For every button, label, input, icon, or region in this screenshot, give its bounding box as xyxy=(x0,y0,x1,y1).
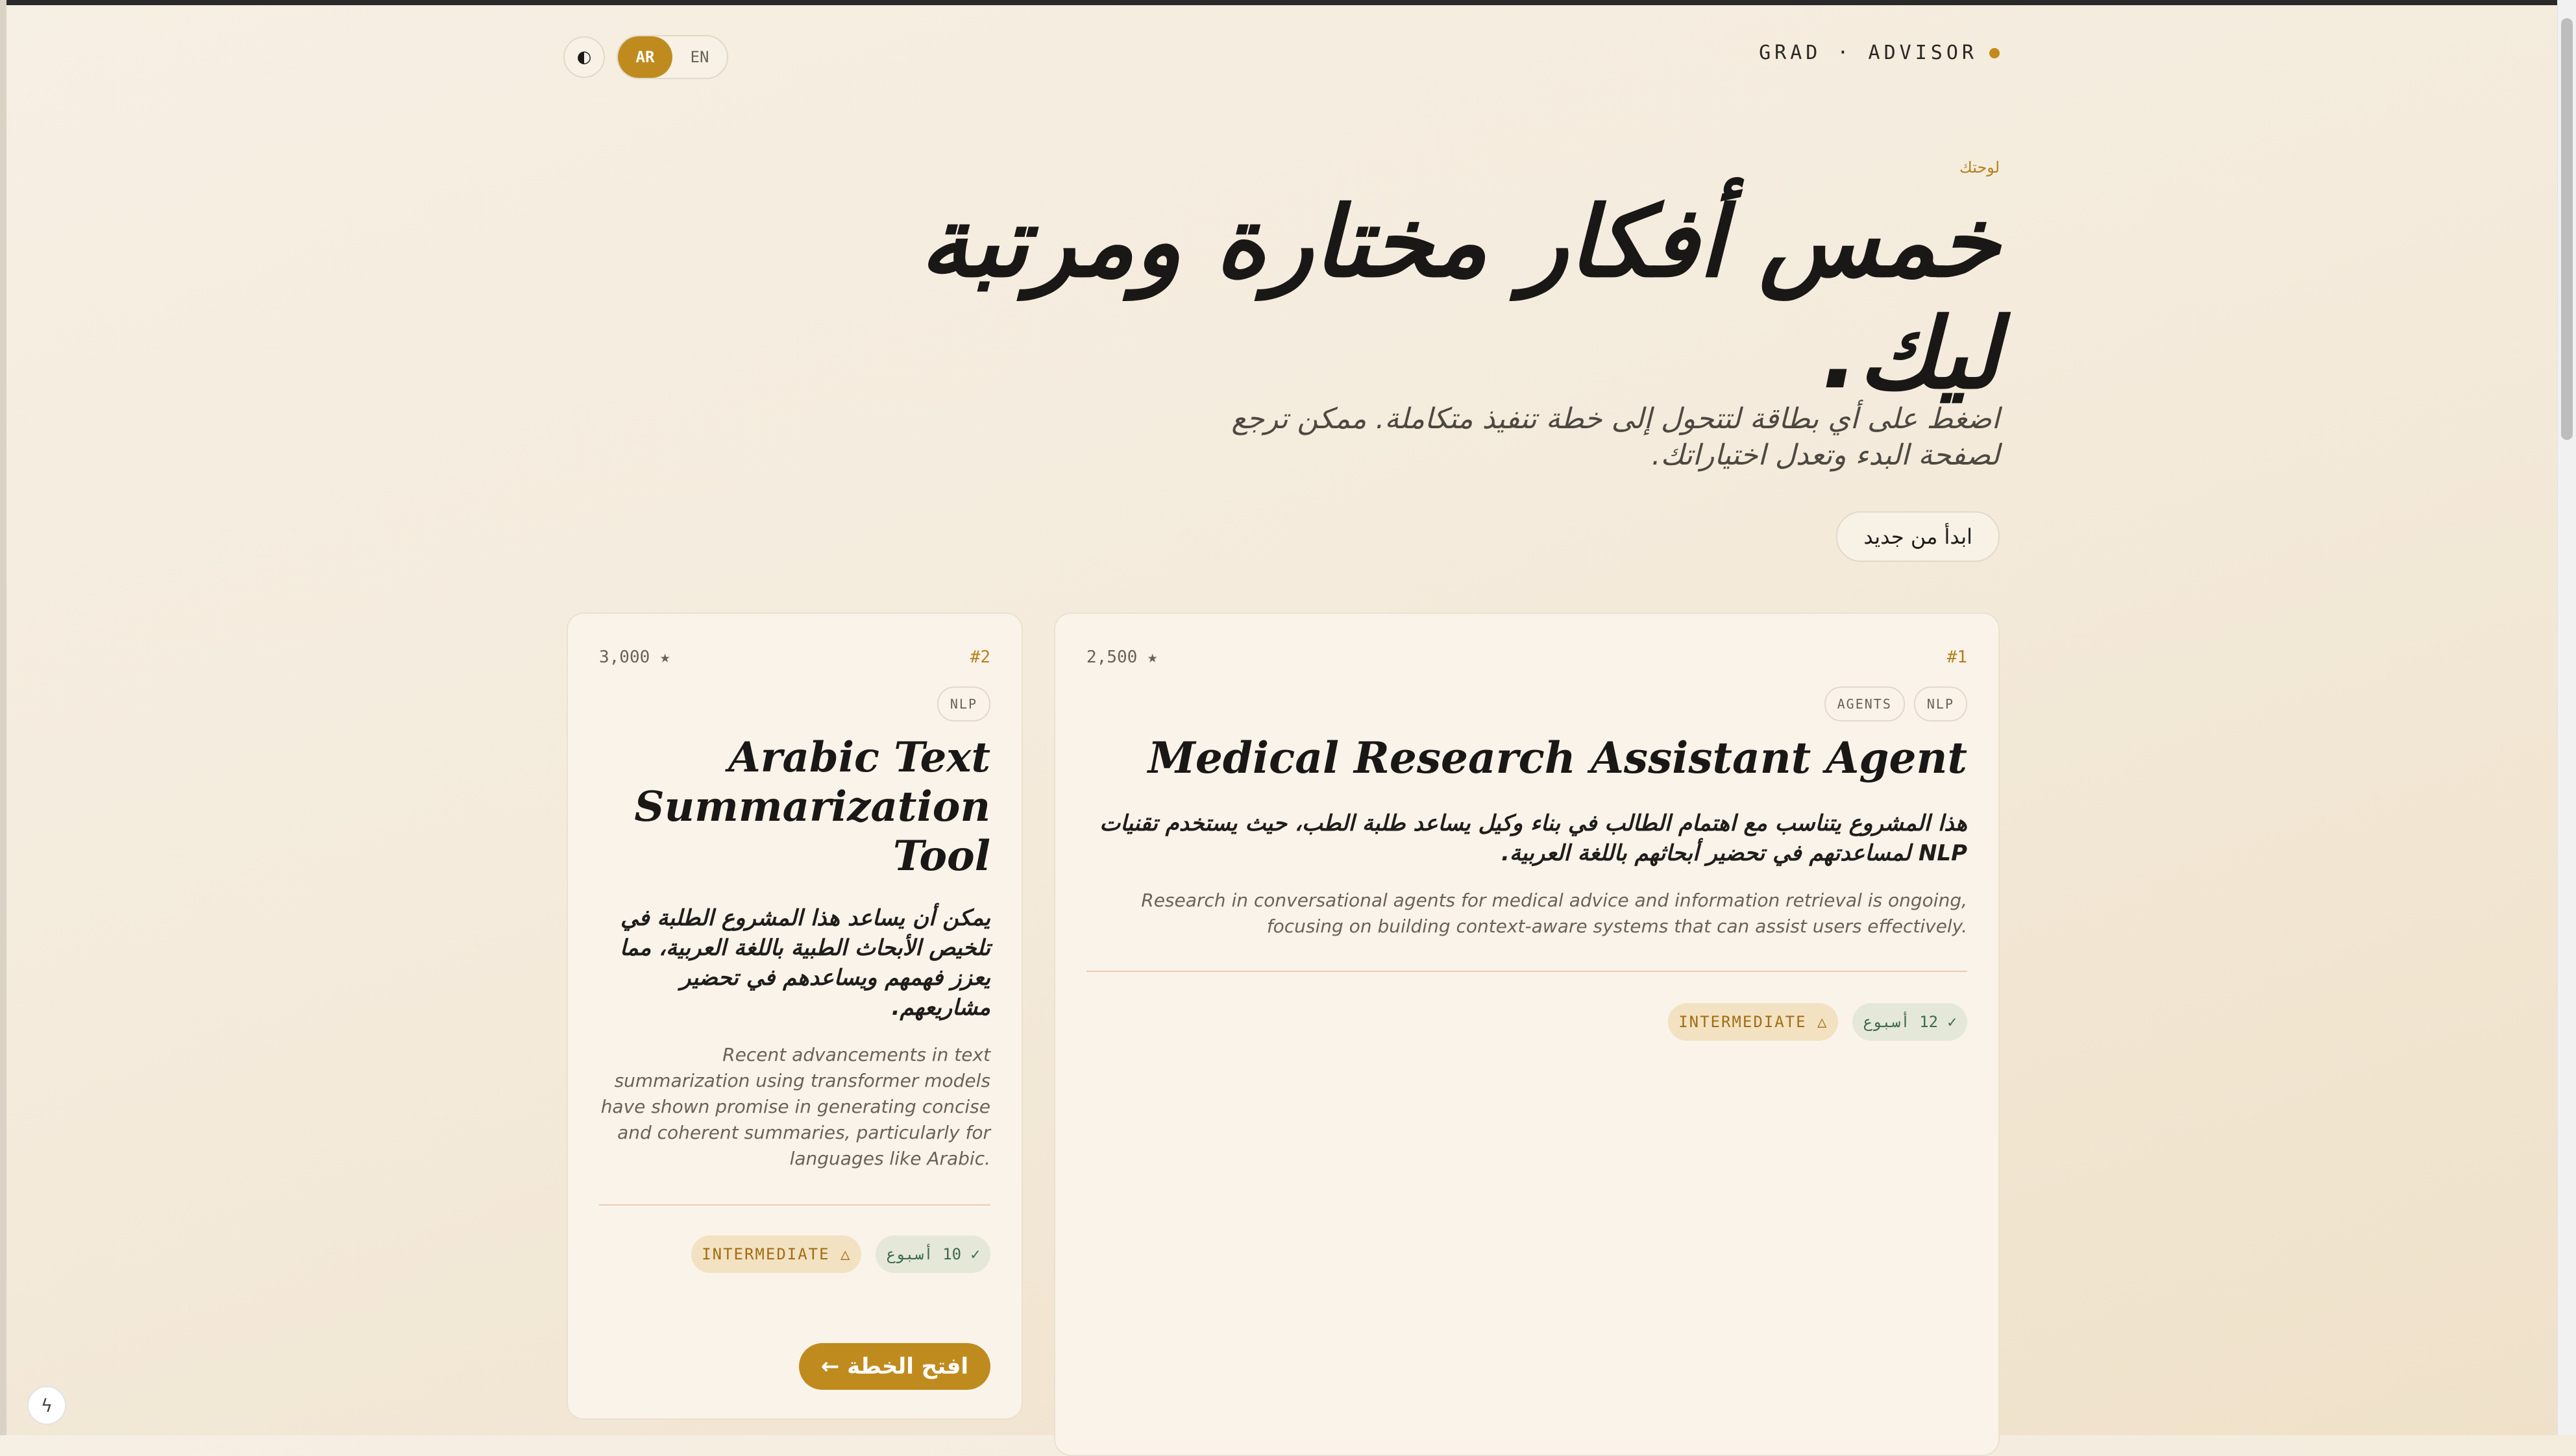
card-rank: #1 xyxy=(1946,648,1967,667)
difficulty-badge: INTERMEDIATE △ xyxy=(691,1235,862,1273)
card-description-ar: هذا المشروع يتناسب مع اهتمام الطالب في ب… xyxy=(1099,810,1967,866)
idea-card-1[interactable]: #1 2,500 ★ NLP AGENTS Medical Research A… xyxy=(1054,613,2000,1456)
lang-option-ar[interactable]: AR xyxy=(618,36,672,78)
card-rank: #2 xyxy=(970,648,990,667)
restart-button[interactable]: ابدأ من جديد xyxy=(1836,511,2000,562)
page-scrollbar[interactable] xyxy=(2557,0,2576,1435)
card-divider xyxy=(599,1204,990,1206)
card-meta: ✓ 10 أسبوع INTERMEDIATE △ xyxy=(691,1235,990,1273)
window-top-border xyxy=(0,0,2576,5)
bolt-icon[interactable]: ϟ xyxy=(27,1386,66,1425)
brand-dot-icon xyxy=(1989,47,2000,58)
card-title: Arabic Text Summarization Tool xyxy=(634,733,990,880)
scrollbar-thumb[interactable] xyxy=(2561,18,2573,440)
card-stars: 3,000 ★ xyxy=(599,648,670,667)
lang-option-en[interactable]: EN xyxy=(672,36,727,78)
brand-name: GRAD · ADVISOR xyxy=(1759,42,1978,64)
duration-badge: ✓ 10 أسبوع xyxy=(876,1235,990,1273)
card-meta: ✓ 12 أسبوع INTERMEDIATE △ xyxy=(1668,1003,1967,1041)
tag-nlp: NLP xyxy=(1913,686,1967,722)
idea-card-2[interactable]: #2 3,000 ★ NLP Arabic Text Summarization… xyxy=(567,613,1023,1420)
bolt-glyph: ϟ xyxy=(40,1394,53,1416)
card-description-en: Research in conversational agents for me… xyxy=(1141,890,1967,937)
card-tags: NLP AGENTS xyxy=(1824,686,1967,722)
language-switcher[interactable]: AR EN xyxy=(617,35,728,79)
tag-agents: AGENTS xyxy=(1824,686,1905,722)
contrast-icon: ◐ xyxy=(576,47,592,67)
window-left-border xyxy=(0,0,6,1435)
theme-toggle-button[interactable]: ◐ xyxy=(563,36,605,78)
card-description-en: Recent advancements in text summarizatio… xyxy=(600,1044,990,1169)
page-subtitle: اضغط على أي بطاقة لتتحول إلى خطة تنفيذ م… xyxy=(1231,402,2000,472)
tag-nlp: NLP xyxy=(937,686,990,722)
card-stars: 2,500 ★ xyxy=(1086,648,1158,667)
card-divider xyxy=(1086,971,1967,972)
duration-badge: ✓ 12 أسبوع xyxy=(1852,1003,1967,1041)
hero-kicker: لوحتك xyxy=(1959,158,2000,176)
card-description-ar: يمكن أن يساعد هذا المشروع الطلبة في تلخي… xyxy=(619,905,990,1021)
card-tags: NLP xyxy=(937,686,990,722)
brand-logo: GRAD · ADVISOR xyxy=(1759,42,2000,64)
open-plan-button[interactable]: افتح الخطة ← xyxy=(798,1343,990,1390)
page-title: خمس أفكار مختارة ومرتبة ليك. xyxy=(920,186,2000,411)
card-title: Medical Research Assistant Agent xyxy=(1147,733,1967,783)
difficulty-badge: INTERMEDIATE △ xyxy=(1668,1003,1839,1041)
